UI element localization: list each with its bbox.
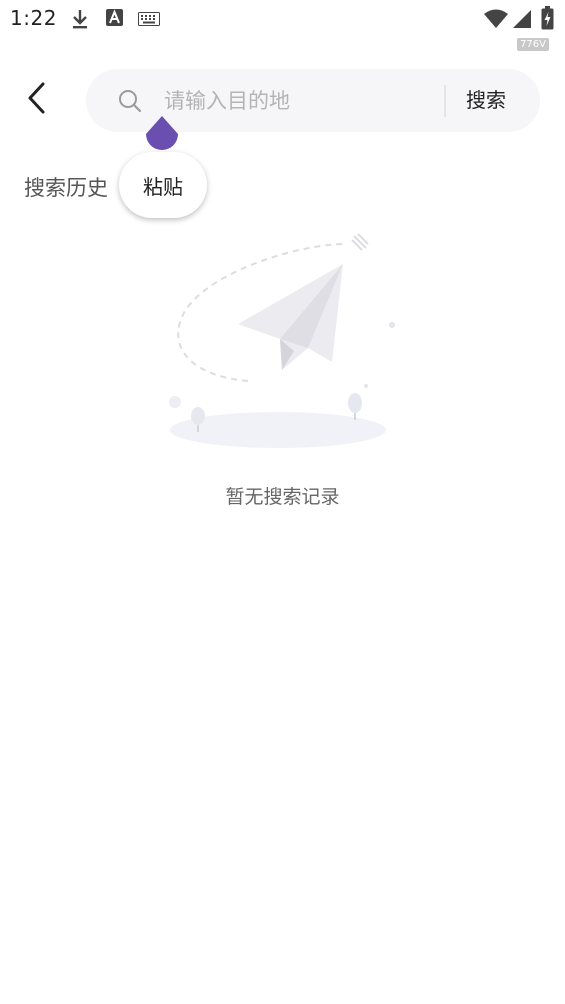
paper-plane-icon — [160, 226, 410, 456]
empty-state-text: 暂无搜索记录 — [225, 486, 340, 508]
signal-icon — [512, 9, 532, 33]
font-a-icon — [105, 8, 125, 32]
keyboard-icon — [138, 11, 160, 30]
wifi-icon — [483, 9, 509, 33]
speed-badge: 776V — [517, 38, 549, 51]
chevron-left-icon — [25, 81, 47, 119]
download-icon — [70, 8, 90, 34]
search-page: 1:22 776V 请输入目的地 搜索 搜索历史 粘贴 暂无搜索记录 — [0, 0, 565, 1004]
search-icon — [118, 89, 142, 117]
status-bar: 1:22 776V — [0, 0, 565, 51]
search-divider — [444, 85, 446, 117]
status-time: 1:22 — [10, 6, 57, 30]
battery-charging-icon — [541, 6, 554, 34]
search-button[interactable]: 搜索 — [462, 83, 510, 117]
text-selection-handle[interactable] — [144, 116, 180, 154]
back-button[interactable] — [16, 78, 56, 122]
search-input[interactable] — [162, 83, 436, 119]
paste-button[interactable]: 粘贴 — [119, 152, 207, 218]
search-history-title: 搜索历史 — [24, 176, 108, 200]
paste-label: 粘贴 — [143, 174, 183, 199]
